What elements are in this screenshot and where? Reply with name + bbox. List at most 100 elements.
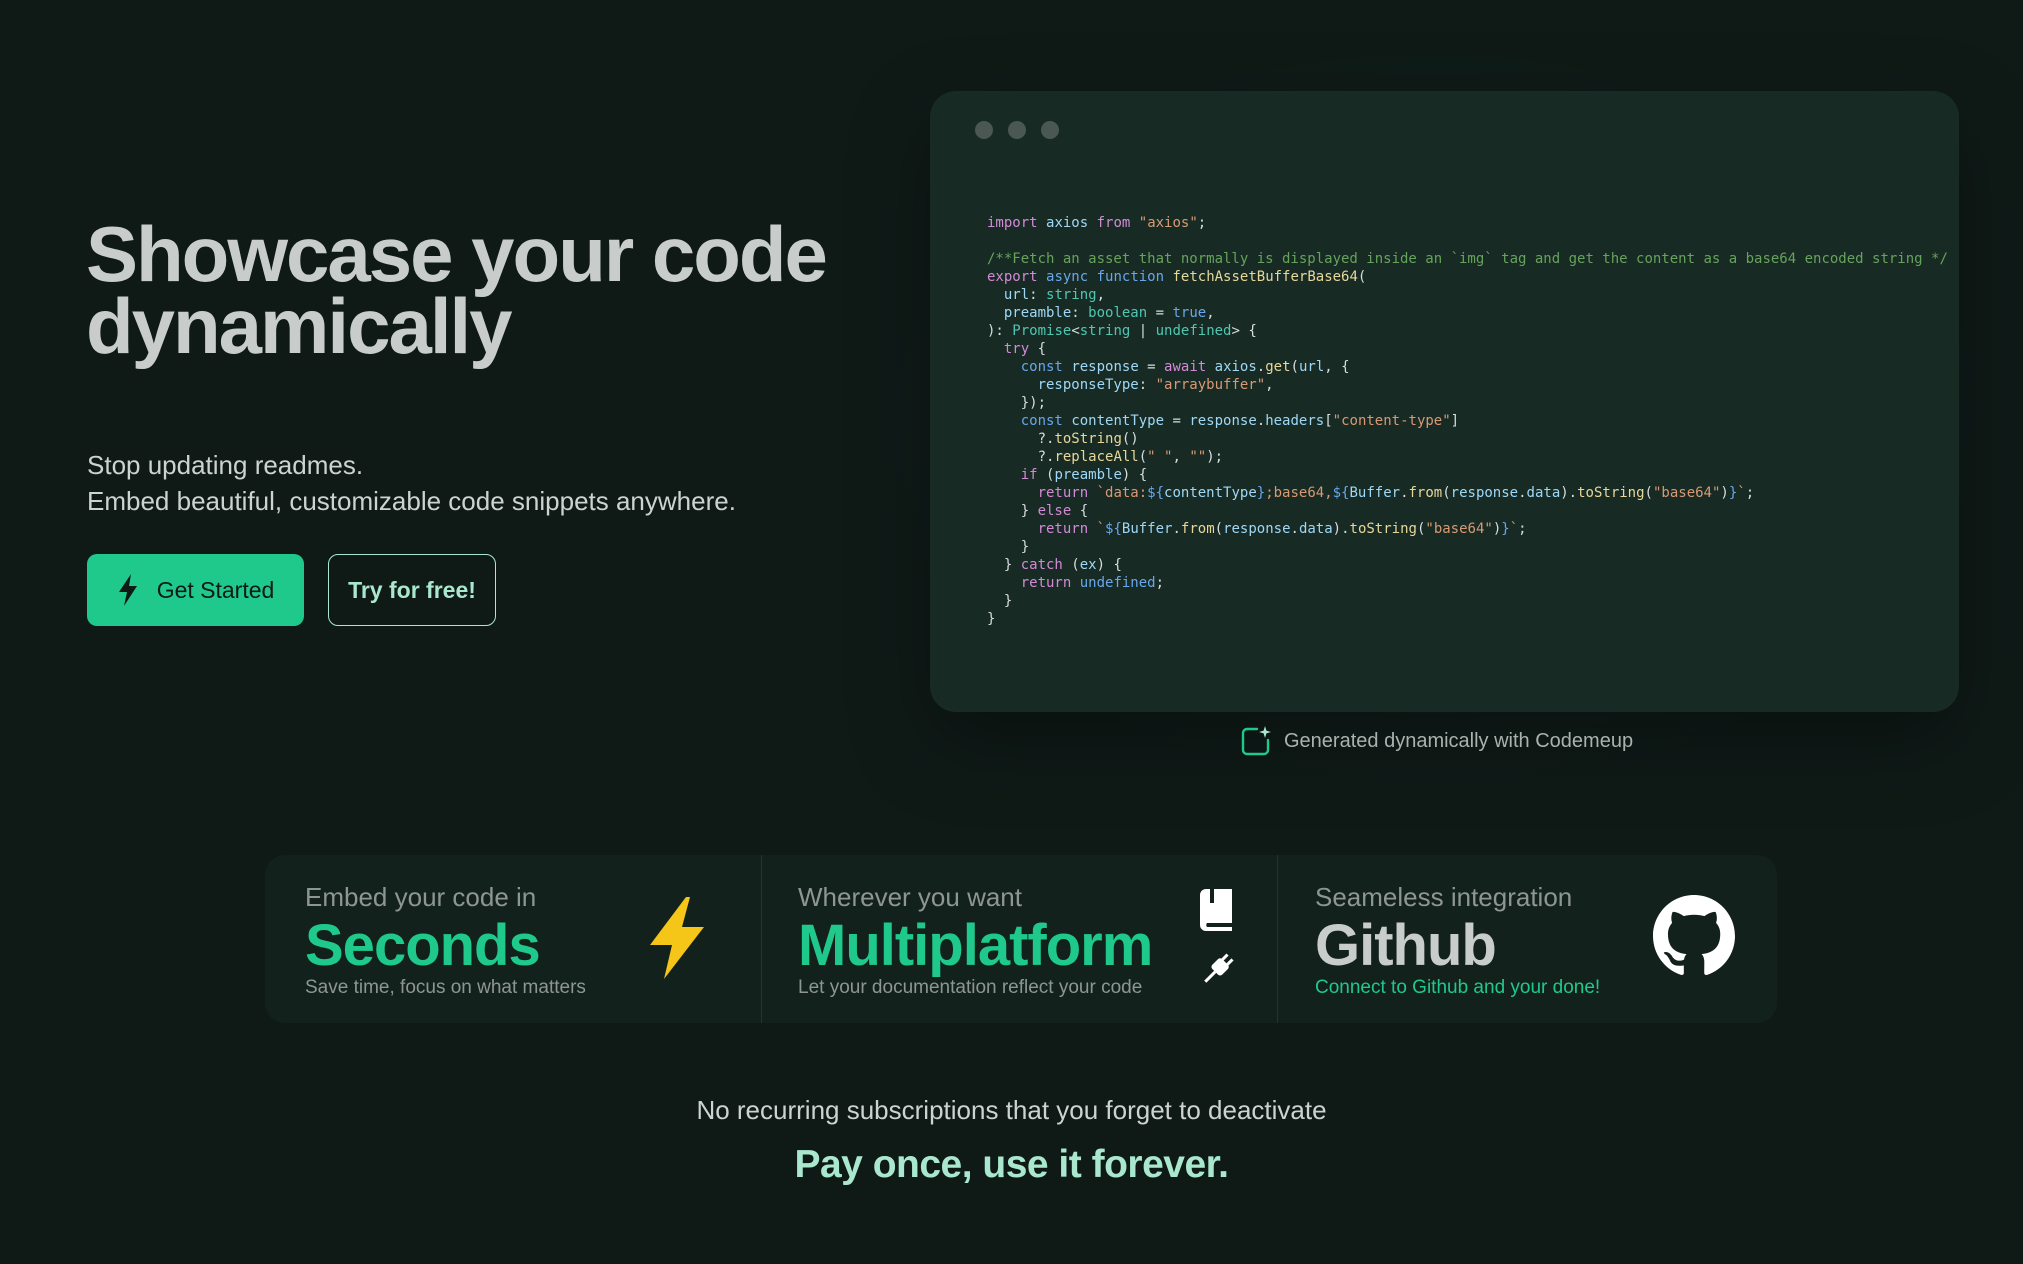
lightning-icon (646, 897, 708, 984)
code-line: url: string, (987, 286, 1948, 304)
book-icon (1200, 889, 1234, 936)
feature-title: Multiplatform (798, 913, 1153, 978)
code-token: } (987, 503, 1038, 519)
code-line: preamble: boolean = true, (987, 304, 1948, 322)
hero-subtitle-line-1: Stop updating readmes. (87, 450, 364, 480)
code-token: ( (1214, 521, 1224, 537)
code-token: toString (1054, 431, 1122, 447)
code-token: ${ (1105, 521, 1122, 537)
code-token: url (1003, 287, 1030, 303)
code-token: undefined (1155, 323, 1232, 339)
try-for-free-button[interactable]: Try for free! (328, 554, 496, 626)
sparkle-frame-icon (1240, 725, 1272, 757)
code-token: > { (1231, 323, 1257, 339)
code-token: ;base64, (1265, 485, 1333, 501)
code-token: = (1138, 359, 1165, 375)
code-token: response (1223, 521, 1291, 537)
code-token: ex (1079, 557, 1097, 573)
code-token: { (1029, 341, 1047, 357)
code-token: "arraybuffer" (1155, 377, 1266, 393)
plug-icon (1198, 949, 1238, 994)
code-token: fetchAssetBufferBase64 (1172, 269, 1358, 285)
code-token: string (1046, 287, 1097, 303)
code-line: return undefined; (987, 574, 1948, 592)
code-token: } (987, 593, 1013, 609)
hero-subtitle-line-2: Embed beautiful, customizable code snipp… (87, 486, 736, 516)
get-started-label: Get Started (156, 576, 275, 603)
window-dot-minimize (1008, 121, 1026, 139)
code-token: undefined (1079, 575, 1156, 591)
code-line: } (987, 610, 1948, 628)
code-token: function (1096, 269, 1165, 285)
code-token: contentType (1164, 485, 1257, 501)
code-line: return `data:${contentType};base64,${Buf… (987, 484, 1948, 502)
code-token: const (1020, 413, 1063, 429)
hero-subtitle: Stop updating readmes. Embed beautiful, … (87, 447, 736, 519)
feature-description: Connect to Github and your done! (1315, 977, 1601, 998)
code-token: export (987, 269, 1038, 285)
code-token: ); (1206, 449, 1224, 465)
code-token: ( (1644, 485, 1653, 501)
code-token: , { (1324, 359, 1350, 375)
features-strip: Embed your code in Seconds Save time, fo… (265, 855, 1777, 1023)
code-line: responseType: "arraybuffer", (987, 376, 1948, 394)
code-token: get (1265, 359, 1291, 375)
code-line: import axios from "axios"; (987, 214, 1948, 232)
feature-divider (1277, 855, 1278, 1023)
code-token: ( (1062, 557, 1080, 573)
code-token: ) { (1121, 467, 1148, 483)
get-started-button[interactable]: Get Started (87, 554, 304, 626)
feature-eyebrow: Seameless integration (1315, 882, 1573, 912)
code-token: Buffer (1121, 521, 1173, 537)
code-token: : (1071, 305, 1089, 321)
code-line: return `${Buffer.from(response.data).toS… (987, 520, 1948, 538)
window-dot-close (975, 121, 993, 139)
code-token: ; (1745, 485, 1755, 501)
code-line: ?.replaceAll(" ", ""); (987, 448, 1948, 466)
code-token: `data: (1096, 485, 1148, 501)
code-token: ): (987, 323, 1013, 339)
code-token: "axios" (1138, 215, 1198, 231)
code-token: | (1130, 323, 1156, 339)
feature-eyebrow: Embed your code in (305, 882, 537, 912)
bolt-icon (117, 574, 139, 606)
window-dot-maximize (1041, 121, 1059, 139)
code-token: ` (1096, 521, 1106, 537)
code-token: true (1172, 305, 1207, 321)
code-token: ; (1155, 575, 1165, 591)
code-line: try { (987, 340, 1948, 358)
code-token: response (1450, 485, 1519, 501)
code-line: ): Promise<string | undefined> { (987, 322, 1948, 340)
code-token: }); (987, 395, 1047, 411)
code-token: . (1256, 413, 1266, 429)
code-token: toString (1349, 521, 1417, 537)
code-token: { (1071, 503, 1089, 519)
code-token: , (1172, 449, 1190, 465)
feature-description: Save time, focus on what matters (305, 977, 586, 998)
code-line: export async function fetchAssetBufferBa… (987, 268, 1948, 286)
code-token: [ (1324, 413, 1333, 429)
code-token: ( (1357, 269, 1367, 285)
code-token: async (1046, 269, 1089, 285)
code-token: } (987, 539, 1030, 555)
code-token: response (1189, 413, 1257, 429)
feature-description: Let your documentation reflect your code (798, 977, 1143, 998)
code-token: try (1003, 341, 1030, 357)
code-token: boolean (1088, 305, 1148, 321)
code-token: } (1501, 521, 1510, 537)
code-token: ( (1290, 359, 1299, 375)
code-token: ${ (1147, 485, 1165, 501)
feature-divider (761, 855, 762, 1023)
hero-title-line-2: dynamically (86, 282, 513, 370)
code-token: Promise (1012, 323, 1072, 339)
feature-title: Seconds (305, 913, 541, 978)
code-line: if (preamble) { (987, 466, 1948, 484)
